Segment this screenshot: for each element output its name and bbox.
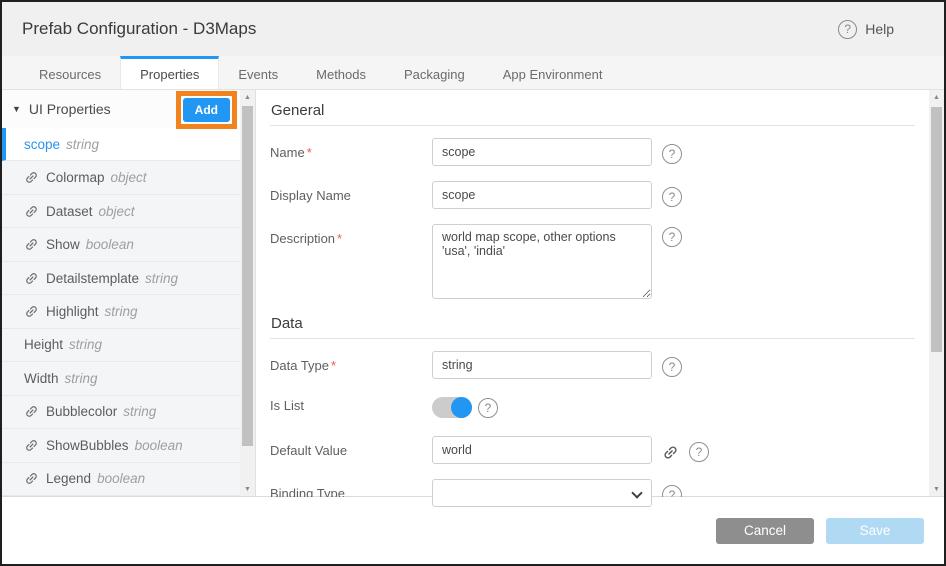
default-value-field-row: Default Value ? [270,436,915,464]
link-icon [24,471,39,486]
description-label: Description* [270,224,432,246]
save-button[interactable]: Save [826,518,924,544]
name-field-row: Name* ? [270,138,915,166]
is-list-field-row: Is List ? [270,394,915,418]
tab-events[interactable]: Events [219,56,297,89]
required-marker: * [337,231,342,246]
dialog-title: Prefab Configuration - D3Maps [22,19,256,39]
title-bar: Prefab Configuration - D3Maps ? Help [2,2,944,56]
link-icon [24,404,39,419]
display-name-help-icon[interactable]: ? [662,187,682,207]
add-button-highlight-annotation: Add [176,91,237,129]
default-value-input[interactable] [432,436,652,464]
data-type-field-row: Data Type* ? [270,351,915,379]
property-list: scope string Colormap object Dataset obj… [2,128,240,496]
help-icon: ? [838,20,857,39]
collapse-caret-icon[interactable]: ▼ [12,104,21,114]
group-label: UI Properties [29,101,111,117]
tab-app-environment[interactable]: App Environment [484,56,622,89]
ui-properties-group-header[interactable]: ▼ UI Properties Add [2,90,240,128]
content-scrollbar[interactable]: ▲ ▼ [929,90,944,496]
is-list-toggle[interactable] [432,397,472,418]
property-item-width[interactable]: Width string [2,362,240,395]
property-item-colormap[interactable]: Colormap object [2,161,240,194]
display-name-label: Display Name [270,181,432,203]
tab-resources[interactable]: Resources [20,56,120,89]
description-field-row: Description* world map scope, other opti… [270,224,915,299]
property-item-dataset[interactable]: Dataset object [2,195,240,228]
property-item-highlight[interactable]: Highlight string [2,295,240,328]
property-form-panel: General Name* ? Display Name ? [255,90,944,496]
link-icon [24,271,39,286]
description-help-icon[interactable]: ? [662,227,682,247]
default-value-help-icon[interactable]: ? [689,442,709,462]
link-icon [24,204,39,219]
link-icon [24,438,39,453]
property-item-showbubbles[interactable]: ShowBubbles boolean [2,429,240,462]
display-name-field-row: Display Name ? [270,181,915,209]
property-item-height[interactable]: Height string [2,329,240,362]
prefab-configuration-dialog: Prefab Configuration - D3Maps ? Help Res… [0,0,946,566]
name-help-icon[interactable]: ? [662,144,682,164]
tab-bar: Resources Properties Events Methods Pack… [2,56,944,90]
property-item-show[interactable]: Show boolean [2,228,240,261]
chevron-down-icon [631,487,642,498]
required-marker: * [307,145,312,160]
property-item-scope[interactable]: scope string [2,128,240,161]
property-item-detailstemplate[interactable]: Detailstemplate string [2,262,240,295]
scroll-up-icon[interactable]: ▲ [240,90,255,104]
content-scrollbar-thumb[interactable] [931,107,942,352]
data-section-heading: Data [270,309,915,339]
link-icon [24,237,39,252]
data-type-help-icon[interactable]: ? [662,357,682,377]
dialog-body: ▼ UI Properties Add scope string Colorma… [2,90,944,497]
data-type-label: Data Type* [270,351,432,373]
name-input[interactable] [432,138,652,166]
general-section-heading: General [270,96,915,126]
link-icon [24,304,39,319]
description-textarea[interactable]: world map scope, other options 'usa', 'i… [432,224,652,299]
data-type-input[interactable] [432,351,652,379]
scroll-up-icon[interactable]: ▲ [929,90,944,104]
tab-packaging[interactable]: Packaging [385,56,484,89]
sidebar-scrollbar[interactable]: ▲ ▼ [240,90,255,496]
scroll-down-icon[interactable]: ▼ [240,482,255,496]
property-item-bubblecolor[interactable]: Bubblecolor string [2,396,240,429]
link-icon [24,170,39,185]
scroll-down-icon[interactable]: ▼ [929,482,944,496]
required-marker: * [331,358,336,373]
name-label: Name* [270,138,432,160]
help-button[interactable]: ? Help [838,20,894,39]
add-property-button[interactable]: Add [183,98,230,122]
display-name-input[interactable] [432,181,652,209]
is-list-help-icon[interactable]: ? [478,398,498,418]
properties-sidebar: ▼ UI Properties Add scope string Colorma… [2,90,255,496]
bind-property-link-icon[interactable] [662,444,679,461]
binding-type-select[interactable] [432,479,652,507]
toggle-knob [451,397,472,418]
tab-properties[interactable]: Properties [120,56,219,89]
dialog-footer: Cancel Save [2,497,944,564]
help-label: Help [865,21,894,37]
is-list-label: Is List [270,394,432,413]
tab-methods[interactable]: Methods [297,56,385,89]
property-item-legend[interactable]: Legend boolean [2,463,240,496]
cancel-button[interactable]: Cancel [716,518,814,544]
sidebar-scrollbar-thumb[interactable] [242,106,253,446]
default-value-label: Default Value [270,436,432,458]
